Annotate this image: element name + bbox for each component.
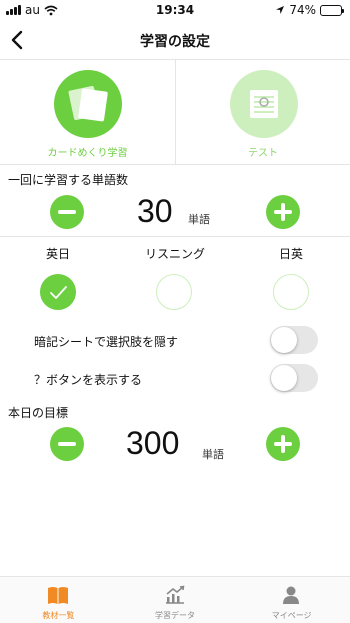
card-flip-icon <box>54 70 122 138</box>
show-question-button-toggle[interactable] <box>270 364 318 392</box>
mode-label-flip: カードめくり学習 <box>47 148 128 159</box>
word-count-decrement-button[interactable] <box>50 195 84 229</box>
toggle-label-hide-choices: 暗記シートで選択肢を隠す <box>34 335 179 349</box>
option-label-en-ja: 英日 <box>45 247 70 261</box>
toggle-knob <box>271 365 297 391</box>
daily-goal-title: 本日の目標 <box>8 406 69 420</box>
option-radio-ja-en[interactable] <box>273 274 309 310</box>
test-sheet-icon <box>230 70 298 138</box>
status-right: 74% <box>275 3 344 17</box>
daily-goal-increment-button[interactable] <box>266 427 300 461</box>
tab-label-my-page: マイページ <box>271 611 312 620</box>
mode-label-test: テスト <box>248 148 278 159</box>
mode-selector: カードめくり学習 テスト <box>0 60 350 165</box>
location-arrow-icon <box>276 6 285 14</box>
chart-icon <box>165 585 185 604</box>
word-count-value: 30 <box>137 193 173 229</box>
hide-choices-toggle[interactable] <box>270 326 318 354</box>
divider <box>0 236 350 237</box>
mode-card-flip[interactable]: カードめくり学習 <box>0 60 175 164</box>
toggle-label-show-question-button: ？ボタンを表示する <box>34 373 143 387</box>
battery-icon <box>320 4 344 16</box>
option-radio-listening[interactable] <box>156 274 192 310</box>
word-count-unit: 単語 <box>188 213 210 226</box>
tab-bar: 教材一覧 学習データ マイページ <box>0 576 350 623</box>
option-radio-en-ja[interactable] <box>40 274 76 310</box>
mode-card-test[interactable]: テスト <box>175 60 350 164</box>
tab-label-materials: 教材一覧 <box>42 611 75 620</box>
checkmark-icon <box>49 285 67 299</box>
tab-label-study-data: 学習データ <box>154 611 195 620</box>
tab-materials[interactable]: 教材一覧 <box>0 577 117 623</box>
page-title: 学習の設定 <box>140 34 210 50</box>
daily-goal-unit: 単語 <box>202 448 224 461</box>
daily-goal-value: 300 <box>126 425 180 461</box>
option-label-ja-en: 日英 <box>278 247 303 261</box>
tab-study-data[interactable]: 学習データ <box>117 577 234 623</box>
book-icon <box>48 587 68 604</box>
battery-percent: 74% <box>289 3 316 17</box>
tab-my-page[interactable]: マイページ <box>233 577 350 623</box>
option-label-listening: リスニング <box>144 247 205 261</box>
word-count-increment-button[interactable] <box>266 195 300 229</box>
status-bar: au 19:34 74% <box>0 0 350 20</box>
person-icon <box>283 586 300 604</box>
word-count-title: 一回に学習する単語数 <box>8 173 129 187</box>
daily-goal-decrement-button[interactable] <box>50 427 84 461</box>
toggle-knob <box>271 327 297 353</box>
nav-bar: 学習の設定 <box>0 20 350 60</box>
